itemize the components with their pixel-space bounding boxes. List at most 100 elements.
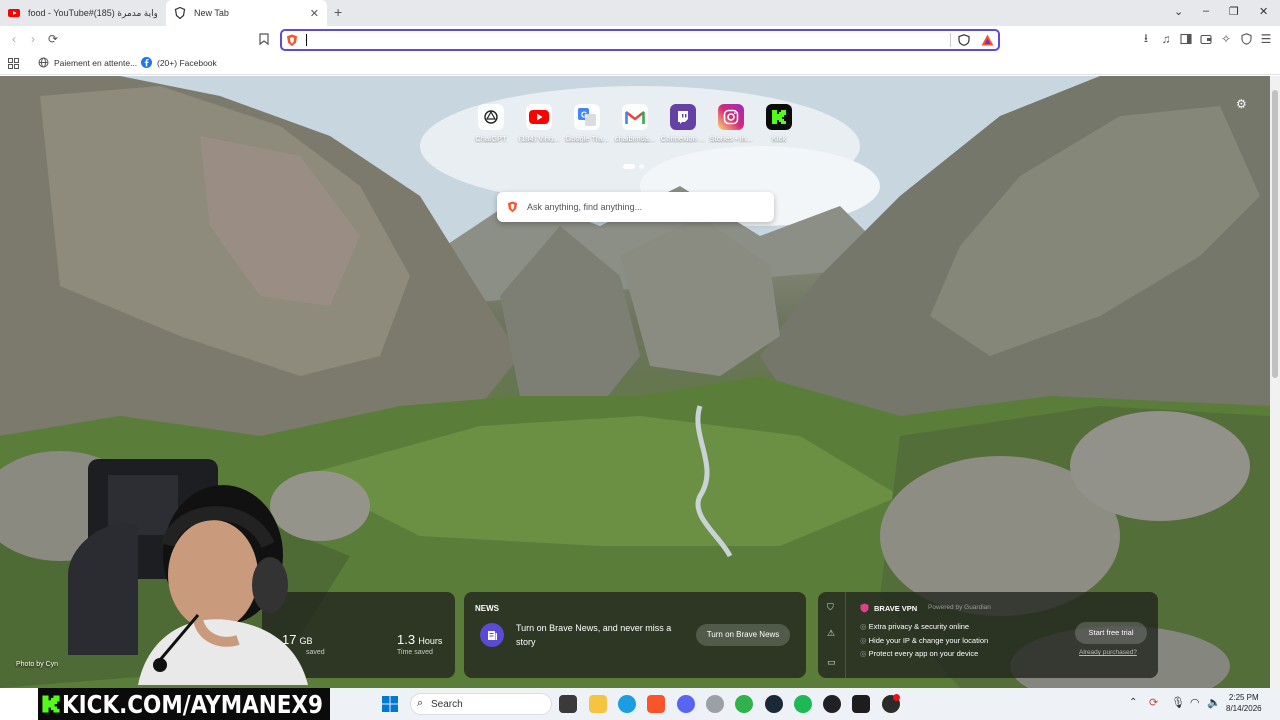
brave-taskbar-icon[interactable]	[647, 695, 665, 713]
close-window-button[interactable]: ✕	[1259, 5, 1268, 18]
reload-button[interactable]: ⟳	[45, 31, 61, 47]
vpn-shield-icon[interactable]: ⛉	[827, 602, 834, 613]
top-site-label: Kick	[771, 134, 787, 143]
top-site-label: Google Tra...	[565, 134, 609, 143]
top-site-kick[interactable]: Kick	[755, 104, 803, 156]
back-button[interactable]: ‹	[6, 31, 22, 47]
top-site-instagram[interactable]: Stories • In...	[707, 104, 755, 156]
start-free-trial-button[interactable]: Start free trial	[1075, 622, 1147, 644]
brave-rewards-icon[interactable]	[981, 34, 994, 46]
settings-icon[interactable]	[706, 695, 724, 713]
url-input[interactable]	[304, 33, 944, 47]
ntp-search-box[interactable]: Ask anything, find anything...	[497, 192, 774, 222]
taskbar-clock[interactable]: 2:25 PM 8/14/2026	[1226, 692, 1262, 714]
top-site-google-translate[interactable]: G Google Tra...	[563, 104, 611, 156]
top-site-label: (184) Ving...	[518, 134, 560, 143]
news-icon	[480, 623, 504, 647]
brave-search-icon	[507, 201, 518, 213]
top-site-chatgpt[interactable]: ChatGPT	[467, 104, 515, 156]
tab-new-tab[interactable]: New Tab ✕	[166, 0, 327, 26]
google-translate-icon: G	[574, 104, 600, 130]
settings-gear-icon[interactable]: ⚙	[1236, 97, 1250, 111]
leo-ai-icon[interactable]: ✧	[1218, 31, 1234, 47]
youtube-icon	[526, 104, 552, 130]
wallet-icon[interactable]	[1198, 31, 1214, 47]
task-view-icon[interactable]	[559, 695, 577, 713]
sync-icon[interactable]: ⟳	[1149, 696, 1158, 709]
minimize-button[interactable]: –	[1203, 5, 1209, 17]
taskbar-search-label: Search	[431, 699, 463, 710]
kick-icon	[766, 104, 792, 130]
news-promo-text: Turn on Brave News, and never miss a sto…	[516, 623, 672, 647]
steam-icon[interactable]	[765, 695, 783, 713]
gmail-icon	[622, 104, 648, 130]
search-icon: ⌕	[417, 697, 424, 709]
media-icon[interactable]: ♫	[1158, 31, 1174, 47]
top-site-youtube[interactable]: (184) Ving...	[515, 104, 563, 156]
shield-icon[interactable]	[958, 34, 970, 46]
close-tab-icon[interactable]: ✕	[310, 7, 319, 20]
show-hidden-icons[interactable]: ⌃	[1129, 697, 1137, 708]
top-site-twitch[interactable]: Connexion ...	[659, 104, 707, 156]
twitch-icon	[670, 104, 696, 130]
vpn-feature: ◎ Extra privacy & security online	[860, 622, 970, 631]
top-sites-page-dot[interactable]	[639, 164, 644, 169]
volume-icon[interactable]: 🔈	[1207, 696, 1221, 709]
menu-icon[interactable]: ☰	[1258, 31, 1274, 47]
divider	[950, 33, 951, 47]
svg-text:G: G	[581, 111, 587, 120]
apps-grid-icon[interactable]	[8, 58, 19, 69]
xbox-icon[interactable]	[735, 695, 753, 713]
stream-banner-text: KICK.COM/AYMANEX9	[62, 690, 323, 719]
discord-icon[interactable]	[677, 695, 695, 713]
clock-date: 8/14/2026	[1226, 704, 1262, 713]
brave-news-card: NEWS Turn on Brave News, and never miss …	[464, 592, 806, 678]
search-placeholder: Ask anything, find anything...	[527, 202, 643, 212]
file-explorer-icon[interactable]	[589, 695, 607, 713]
top-site-label: chaibimda...	[614, 134, 656, 143]
vpn-title: BRAVE VPN	[874, 604, 918, 613]
windows-start-icon[interactable]	[382, 696, 398, 712]
microphone-icon[interactable]: 🎙	[1171, 696, 1185, 709]
wifi-icon[interactable]: ◠	[1190, 696, 1200, 709]
bookmarks-bar: Paiement en attente... (20+) Facebook	[0, 53, 1280, 75]
top-sites-page-dot-active[interactable]	[623, 164, 635, 169]
text-cursor	[306, 34, 307, 46]
tab-youtube[interactable]: food - YouTube#شواية مدمرة (185)	[0, 0, 165, 26]
webcam-overlay	[68, 459, 308, 685]
address-bar[interactable]	[280, 29, 1000, 51]
turn-on-news-button[interactable]: Turn on Brave News	[696, 624, 790, 646]
bookmark-icon[interactable]	[256, 31, 272, 47]
vpn-powered-by: Powered by Guardian	[928, 604, 991, 611]
powered-by-label: Powered by	[928, 604, 963, 611]
alert-icon[interactable]: ⚠	[827, 628, 835, 639]
bookmark-paiement[interactable]: Paiement en attente...	[38, 57, 137, 68]
globe-icon	[38, 57, 49, 68]
video-icon[interactable]: ▭	[827, 657, 836, 668]
scrollbar-thumb[interactable]	[1272, 90, 1278, 378]
notification-badge	[893, 694, 900, 701]
edge-icon[interactable]	[618, 695, 636, 713]
already-purchased-link[interactable]: Already purchased?	[1079, 649, 1137, 656]
forward-button[interactable]: ›	[25, 31, 41, 47]
bookmark-facebook[interactable]: (20+) Facebook	[141, 57, 217, 68]
vpn-shield-icon[interactable]	[1238, 31, 1254, 47]
brave-shields-icon[interactable]	[286, 34, 298, 47]
chrome-icon[interactable]	[823, 695, 841, 713]
new-tab-button[interactable]: +	[334, 4, 342, 20]
maximize-button[interactable]: ❐	[1229, 5, 1239, 18]
tab-search-chevron-icon[interactable]: ⌄	[1174, 5, 1183, 18]
time-label: Time saved	[397, 649, 433, 656]
clock-time: 2:25 PM	[1228, 693, 1259, 702]
spotify-icon[interactable]	[794, 695, 812, 713]
time-unit: Hours	[418, 636, 443, 646]
taskbar-search[interactable]: ⌕ Search	[410, 693, 552, 715]
bookmark-label: (20+) Facebook	[157, 57, 217, 68]
facebook-icon	[141, 57, 152, 68]
sidebar-icon[interactable]	[1178, 31, 1194, 47]
top-site-gmail[interactable]: chaibimda...	[611, 104, 659, 156]
obs-kick-icon[interactable]	[852, 695, 870, 713]
bookmark-label: Paiement en attente...	[54, 57, 138, 68]
brave-icon	[174, 7, 186, 19]
downloads-icon[interactable]: ⭳	[1138, 31, 1154, 47]
